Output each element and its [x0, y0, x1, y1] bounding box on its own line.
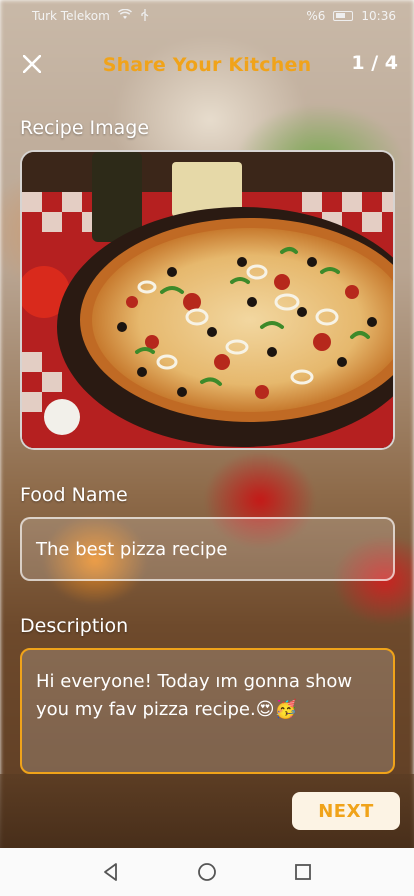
usb-icon: [140, 8, 150, 24]
back-button[interactable]: [97, 858, 125, 886]
pizza-photo: [22, 152, 393, 448]
status-left: Turk Telekom: [32, 8, 150, 24]
food-name-input[interactable]: The best pizza recipe: [20, 517, 395, 581]
app-header: Share Your Kitchen 1 / 4: [0, 44, 414, 86]
description-value: Hi everyone! Today ım gonna show you my …: [36, 671, 353, 720]
home-circle-icon: [198, 863, 216, 881]
step-indicator: 1 / 4: [351, 52, 398, 74]
carrier-label: Turk Telekom: [32, 9, 110, 23]
description-input[interactable]: Hi everyone! Today ım gonna show you my …: [20, 648, 395, 774]
page-title: Share Your Kitchen: [102, 54, 312, 76]
battery-icon: [333, 11, 354, 21]
recipe-image-label: Recipe Image: [20, 117, 150, 139]
close-icon: [23, 55, 41, 73]
wifi-icon: [117, 8, 132, 23]
home-button[interactable]: [193, 858, 221, 886]
recipe-image[interactable]: [20, 150, 395, 450]
recents-square-icon: [295, 864, 311, 880]
status-bar: Turk Telekom %6 10:36: [0, 0, 414, 32]
description-label: Description: [20, 615, 129, 637]
next-button[interactable]: NEXT: [292, 792, 400, 830]
system-nav-bar: [0, 848, 414, 896]
back-triangle-icon: [104, 863, 117, 881]
status-right: %6 10:36: [306, 9, 396, 23]
recents-button[interactable]: [289, 858, 317, 886]
food-name-value: The best pizza recipe: [36, 538, 228, 560]
food-name-label: Food Name: [20, 484, 128, 506]
clock: 10:36: [361, 9, 396, 23]
battery-percent: %6: [306, 9, 326, 23]
close-button[interactable]: [18, 50, 46, 78]
